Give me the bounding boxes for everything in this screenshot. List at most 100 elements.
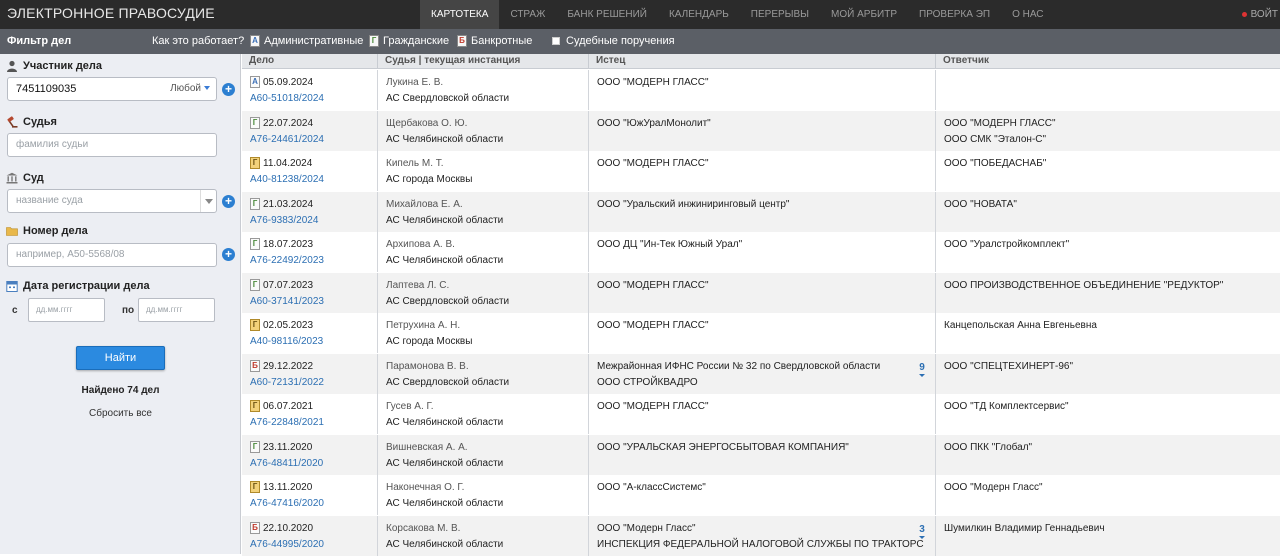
add-participant-button[interactable]: + [222,83,235,96]
find-button[interactable]: Найти [76,346,165,370]
judge-name: Щербакова О. Ю. [386,117,468,129]
case-number-link[interactable]: А40-81238/2024 [250,174,324,185]
more-plaintiffs-toggle[interactable]: 3 [919,524,925,539]
plaintiff-name[interactable]: ООО "МОДЕРН ГЛАСС" [597,320,709,331]
judge-cell: Корсакова М. В. АС Челябинской области [378,515,589,556]
add-court-button[interactable]: + [222,195,235,208]
nav-check-signature[interactable]: ПРОВЕРКА ЭП [908,0,1001,29]
add-case-number-button[interactable]: + [222,248,235,261]
filter-court-orders[interactable]: Судебные поручения [552,35,675,47]
plaintiff-name[interactable]: ООО СТРОЙКВАДРО [597,377,698,388]
case-type-icon: Г [250,400,260,412]
plaintiff-cell: ООО "МОДЕРН ГЛАСС" [589,394,936,434]
judge-name: Вишневская А. А. [386,441,468,453]
table-row: Г 13.11.2020 А76-47416/2020 Наконечная О. Г… [242,475,1280,515]
defendant-name[interactable]: ООО "Модерн Гласс" [944,482,1043,493]
plaintiff-name[interactable]: ООО ДЦ "Ин-Тек Южный Урал" [597,239,742,250]
case-number-link[interactable]: А60-72131/2022 [250,377,324,388]
court-name: АС Челябинской области [386,457,504,469]
plaintiff-cell: ООО "МОДЕРН ГЛАСС" [589,313,936,353]
filter-administrative-label: Административные [264,35,364,47]
date-from-input[interactable]: дд.мм.гггг [28,298,105,322]
plaintiff-name[interactable]: ООО "Уральский инжиниринговый центр" [597,199,789,210]
filter-civil[interactable]: Г Гражданские [369,35,449,47]
defendant-name[interactable]: Канцепольская Анна Евгеньевна [944,320,1097,331]
judge-input[interactable]: фамилия судьи [7,133,217,157]
date-to-input[interactable]: дд.мм.гггг [138,298,215,322]
nav-bank-resheniy[interactable]: БАНК РЕШЕНИЙ [556,0,658,29]
plaintiff-name[interactable]: ООО "А-классСистемс" [597,482,706,493]
nav-kartoteka[interactable]: КАРТОТЕКА [420,0,500,29]
plaintiff-name[interactable]: ИНСПЕКЦИЯ ФЕДЕРАЛЬНОЙ НАЛОГОВОЙ СЛУЖБЫ П… [597,539,924,550]
case-number-link[interactable]: А60-37141/2023 [250,296,324,307]
plaintiff-cell: ООО "Модерн Гласс" ИНСПЕКЦИЯ ФЕДЕРАЛЬНОЙ … [589,515,936,556]
case-number-input[interactable]: например, А50-5568/08 [7,243,217,267]
defendant-name[interactable]: ООО "Уралстройкомплект" [944,239,1069,250]
case-date: 02.05.2023 [263,320,314,331]
person-icon [7,60,17,72]
how-it-works-link[interactable]: Как это работает? [152,35,244,47]
case-number-link[interactable]: А76-47416/2020 [250,498,324,509]
chevron-down-icon[interactable] [200,190,216,212]
case-number-link[interactable]: А76-24461/2024 [250,134,324,145]
nav-about[interactable]: О НАС [1001,0,1054,29]
case-number-link[interactable]: А76-22848/2021 [250,417,324,428]
login-link[interactable]: ВОЙТ [1241,0,1278,29]
case-number-link[interactable]: А76-9383/2024 [250,215,318,226]
defendant-cell: Шумилкин Владимир Геннадьевич [936,516,1280,556]
case-type-icon: Г [250,238,260,250]
plaintiff-name[interactable]: ООО "МОДЕРН ГЛАСС" [597,401,709,412]
case-number-link[interactable]: А60-51018/2024 [250,93,324,104]
judge-name: Корсакова М. В. [386,522,461,534]
defendant-name[interactable]: ООО СМК "Эталон-С" [944,134,1046,145]
filter-bankruptcy[interactable]: Б Банкротные [457,35,532,47]
case-number-link[interactable]: А76-48411/2020 [250,458,323,469]
judge-cell: Лукина Е. В. АС Свердловской области [378,70,589,110]
judge-cell: Наконечная О. Г. АС Челябинской области [378,475,589,515]
judge-name: Кипель М. Т. [386,158,444,169]
case-number-link[interactable]: А40-98116/2023 [250,336,323,347]
defendant-cell: ООО "НОВАТА" [936,192,1280,232]
participant-role-select[interactable]: Любой [170,78,210,100]
more-plaintiffs-toggle[interactable]: 9 [919,362,925,377]
court-select[interactable]: название суда [7,189,217,213]
reset-all-link[interactable]: Сбросить все [0,408,241,419]
court-building-icon [6,172,18,184]
defendant-name[interactable]: ООО "СПЕЦТЕХИНЕРТ-96" [944,361,1073,372]
judge-label-text: Судья [23,116,57,128]
plaintiff-name[interactable]: ООО "МОДЕРН ГЛАСС" [597,280,709,291]
cases-table: Дело Судья | текущая инстанция Истец Отв… [242,54,1280,556]
plaintiff-cell: ООО "А-классСистемс" [589,475,936,515]
defendant-name[interactable]: ООО "ТД Комплектсервис" [944,401,1069,412]
court-orders-checkbox[interactable] [552,37,560,45]
defendant-name[interactable]: ООО ПКК "Глобал" [944,442,1032,453]
nav-calendar[interactable]: КАЛЕНДАРЬ [658,0,740,29]
plaintiff-name[interactable]: ООО "УРАЛЬСКАЯ ЭНЕРГОСБЫТОВАЯ КОМПАНИЯ" [597,442,849,453]
participant-input[interactable]: 7451109035 Любой [7,77,217,101]
filter-administrative[interactable]: А Административные [250,35,363,47]
case-number-link[interactable]: А76-22492/2023 [250,255,324,266]
nav-strazh[interactable]: СТРАЖ [499,0,556,29]
judge-cell: Михайлова Е. А. АС Челябинской области [378,191,589,232]
plaintiff-name[interactable]: ООО "ЮжУралМонолит" [597,118,711,129]
case-number-link[interactable]: А76-44995/2020 [250,539,324,550]
table-row: А 05.09.2024 А60-51018/2024 Лукина Е. В. АС … [242,70,1280,110]
top-navigation-bar: ЭЛЕКТРОННОЕ ПРАВОСУДИЕ КАРТОТЕКА СТРАЖ Б… [0,0,1280,29]
plaintiff-name[interactable]: ООО "МОДЕРН ГЛАСС" [597,158,709,169]
case-date: 22.10.2020 [263,522,314,534]
judge-name: Архипова А. В. [386,239,455,250]
defendant-name[interactable]: ООО ПРОИЗВОДСТВЕННОЕ ОБЪЕДИНЕНИЕ "РЕДУКТ… [944,280,1223,291]
plaintiff-name[interactable]: ООО "МОДЕРН ГЛАСС" [597,77,709,88]
nav-my-arbitr[interactable]: МОЙ АРБИТР [820,0,908,29]
plaintiff-cell: ООО "ЮжУралМонолит" [589,110,936,151]
nav-breaks[interactable]: ПЕРЕРЫВЫ [740,0,820,29]
defendant-name[interactable]: ООО "МОДЕРН ГЛАСС" [944,118,1056,129]
defendant-name[interactable]: ООО "НОВАТА" [944,199,1017,210]
table-row: Г 07.07.2023 А60-37141/2023 Лаптева Л. С. АС… [242,272,1280,313]
defendant-name[interactable]: ООО "ПОБЕДАСНАБ" [944,158,1046,169]
defendant-name[interactable]: Шумилкин Владимир Геннадьевич [944,523,1105,534]
filter-title: Фильтр дел [7,35,72,47]
brand-title[interactable]: ЭЛЕКТРОННОЕ ПРАВОСУДИЕ [7,5,215,21]
plaintiff-name[interactable]: ООО "Модерн Гласс" [597,523,696,534]
plaintiff-name[interactable]: Межрайонная ИФНС России № 32 по Свердлов… [597,361,880,372]
